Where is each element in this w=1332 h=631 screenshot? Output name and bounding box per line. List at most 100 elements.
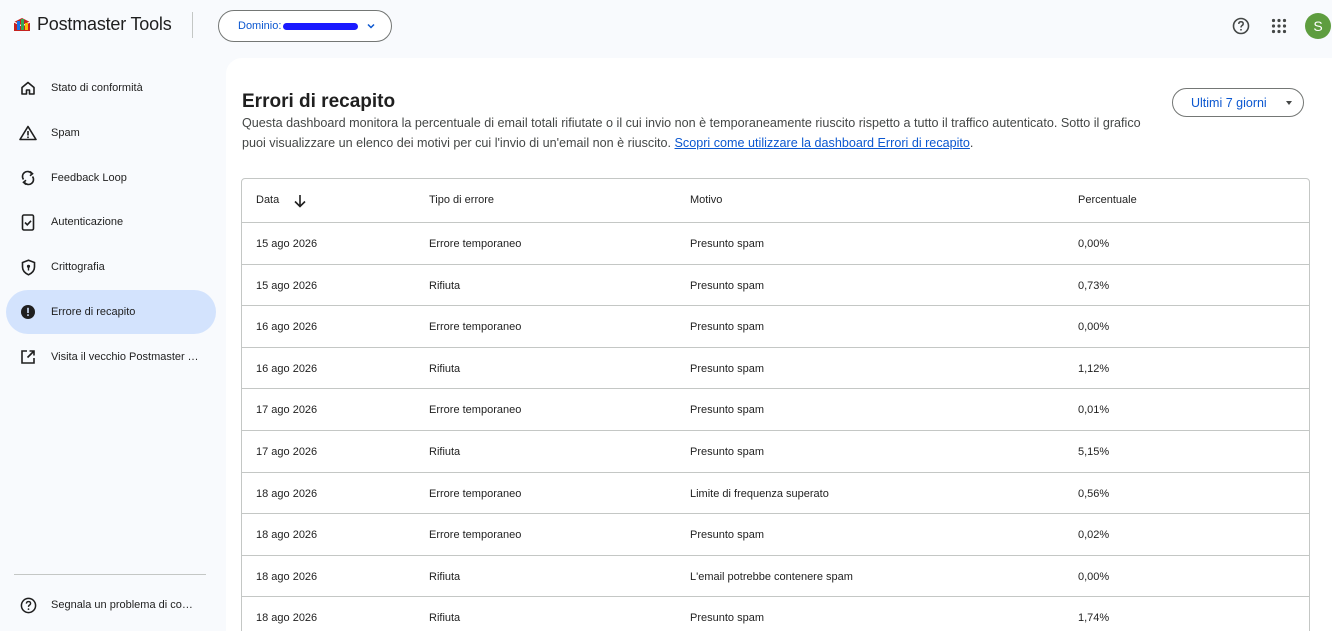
cell-percentage: 1,12%	[1078, 362, 1110, 375]
table-row: 18 ago 2026 Rifiuta Presunto spam 1,74%	[242, 597, 1309, 631]
cell-percentage: 5,15%	[1078, 445, 1110, 458]
cell-reason: Presunto spam	[690, 321, 764, 334]
app-logo[interactable]: Postmaster Tools	[12, 14, 172, 35]
cell-reason: Presunto spam	[690, 404, 764, 417]
column-header-reason[interactable]: Motivo	[690, 194, 722, 206]
table-row: 17 ago 2026 Errore temporaneo Presunto spa…	[242, 389, 1309, 431]
column-header-error-type[interactable]: Tipo di errore	[429, 194, 494, 206]
arrow-down-icon[interactable]	[292, 193, 308, 209]
dropdown-caret-icon	[1286, 101, 1292, 105]
cell-percentage: 0,00%	[1078, 321, 1110, 334]
sidebar-divider	[14, 574, 206, 575]
cell-reason: Presunto spam	[690, 612, 764, 625]
sidebar-item-label: Crittografia	[51, 261, 105, 274]
cell-error-type: Rifiuta	[429, 445, 461, 458]
app-header: Postmaster Tools Dominio: S	[0, 0, 1332, 56]
sidebar-item-label: Errore di recapito	[51, 305, 136, 318]
table-row: 15 ago 2026 Errore temporaneo Presunto spa…	[242, 223, 1309, 265]
learn-more-link[interactable]: Scopri come utilizzare la dashboard Erro…	[675, 136, 970, 150]
cell-date: 17 ago 2026	[256, 445, 318, 458]
cell-error-type: Errore temporaneo	[429, 238, 522, 250]
cell-date: 17 ago 2026	[256, 404, 318, 417]
cell-percentage: 0,00%	[1078, 570, 1110, 583]
cell-reason: Presunto spam	[690, 279, 764, 292]
page-title: Errori di recapito	[242, 91, 396, 112]
postmaster-logo-icon	[13, 17, 31, 31]
cell-reason: Presunto spam	[690, 238, 764, 250]
cell-percentage: 0,01%	[1078, 404, 1110, 417]
cell-percentage: 0,73%	[1078, 279, 1110, 292]
google-apps-button[interactable]	[1268, 15, 1290, 37]
warning-icon	[19, 124, 37, 142]
header-divider	[192, 12, 193, 38]
sidebar-nav: Stato di conformità Spam Feedback Loop A…	[0, 66, 222, 380]
cell-date: 18 ago 2026	[256, 570, 318, 583]
cell-error-type: Errore temporaneo	[429, 487, 522, 500]
column-header-date[interactable]: Data	[256, 194, 279, 206]
sidebar-item-compliance[interactable]: Stato di conformità	[6, 66, 216, 110]
cell-percentage: 0,02%	[1078, 529, 1110, 542]
error-icon	[19, 303, 37, 321]
cell-date: 15 ago 2026	[256, 238, 318, 250]
sidebar-item-feedback-loop[interactable]: Feedback Loop	[6, 156, 216, 200]
sidebar-item-old-postmaster[interactable]: Visita il vecchio Postmaster Tools	[6, 335, 216, 379]
account-avatar[interactable]: S	[1305, 13, 1331, 39]
cell-date: 16 ago 2026	[256, 362, 318, 375]
cell-date: 18 ago 2026	[256, 612, 318, 625]
report-problem-label: Segnala un problema di compatibilità	[51, 599, 201, 611]
cell-percentage: 0,00%	[1078, 238, 1110, 250]
table-row: 16 ago 2026 Errore temporaneo Presunto spa…	[242, 306, 1309, 348]
cell-reason: Presunto spam	[690, 445, 764, 458]
help-icon	[19, 596, 37, 614]
sidebar-item-label: Feedback Loop	[51, 171, 127, 184]
sidebar-item-label: Stato di conformità	[51, 82, 143, 94]
table-row: 16 ago 2026 Rifiuta Presunto spam 1,12%	[242, 348, 1309, 390]
column-header-percentage[interactable]: Percentuale	[1078, 194, 1137, 206]
cell-date: 16 ago 2026	[256, 321, 318, 334]
home-icon	[19, 79, 37, 97]
chevron-down-icon	[367, 23, 375, 29]
table-row: 18 ago 2026 Rifiuta L'email potrebbe conte…	[242, 556, 1309, 598]
help-button[interactable]	[1230, 15, 1252, 37]
sidebar-item-delivery-errors[interactable]: Errore di recapito	[6, 289, 216, 334]
cell-reason: L'email potrebbe contenere spam	[690, 570, 853, 583]
table-row: 18 ago 2026 Errore temporaneo Presunto spa…	[242, 514, 1309, 556]
sidebar-item-spam[interactable]: Spam	[6, 111, 216, 155]
shield-icon	[19, 258, 37, 276]
sidebar-item-authentication[interactable]: Autenticazione	[6, 200, 216, 244]
verified-phone-icon	[19, 213, 37, 231]
table-row: 18 ago 2026 Errore temporaneo Limite di fr…	[242, 473, 1309, 515]
help-icon	[1232, 17, 1250, 35]
apps-grid-icon	[1271, 18, 1287, 34]
cell-date: 15 ago 2026	[256, 279, 318, 292]
cell-error-type: Errore temporaneo	[429, 529, 522, 542]
redacted-domain	[283, 22, 359, 30]
sidebar-item-encryption[interactable]: Crittografia	[6, 245, 216, 289]
cell-error-type: Rifiuta	[429, 362, 461, 375]
table-row: 17 ago 2026 Rifiuta Presunto spam 5,15%	[242, 431, 1309, 473]
domain-selector[interactable]: Dominio:	[218, 10, 392, 42]
table-header: Data Tipo di errore Motivo Percentuale	[242, 179, 1309, 223]
domain-label: Dominio:	[238, 20, 282, 32]
table-row: 15 ago 2026 Rifiuta Presunto spam 0,73%	[242, 265, 1309, 307]
cell-reason: Presunto spam	[690, 529, 764, 542]
cell-date: 18 ago 2026	[256, 487, 318, 500]
sidebar-item-label: Autenticazione	[51, 216, 124, 229]
cell-error-type: Errore temporaneo	[429, 404, 522, 417]
report-problem-button[interactable]: Segnala un problema di compatibilità	[6, 583, 216, 627]
page-description: Questa dashboard monitora la percentuale…	[242, 114, 1152, 153]
description-end: .	[969, 135, 974, 150]
cell-error-type: Rifiuta	[429, 279, 461, 292]
cell-error-type: Rifiuta	[429, 612, 461, 625]
period-selector[interactable]: Ultimi 7 giorni	[1172, 88, 1304, 117]
sidebar-item-label: Visita il vecchio Postmaster Tools	[51, 350, 201, 363]
cell-percentage: 0,56%	[1078, 487, 1110, 500]
cell-reason: Limite di frequenza superato	[690, 487, 829, 500]
sidebar-item-label: Spam	[51, 126, 80, 139]
open-in-new-icon	[19, 348, 37, 366]
app-title: Postmaster Tools	[37, 14, 172, 34]
cell-percentage: 1,74%	[1078, 612, 1110, 625]
sync-icon	[19, 169, 37, 187]
period-label: Ultimi 7 giorni	[1191, 95, 1267, 110]
cell-date: 18 ago 2026	[256, 529, 318, 542]
